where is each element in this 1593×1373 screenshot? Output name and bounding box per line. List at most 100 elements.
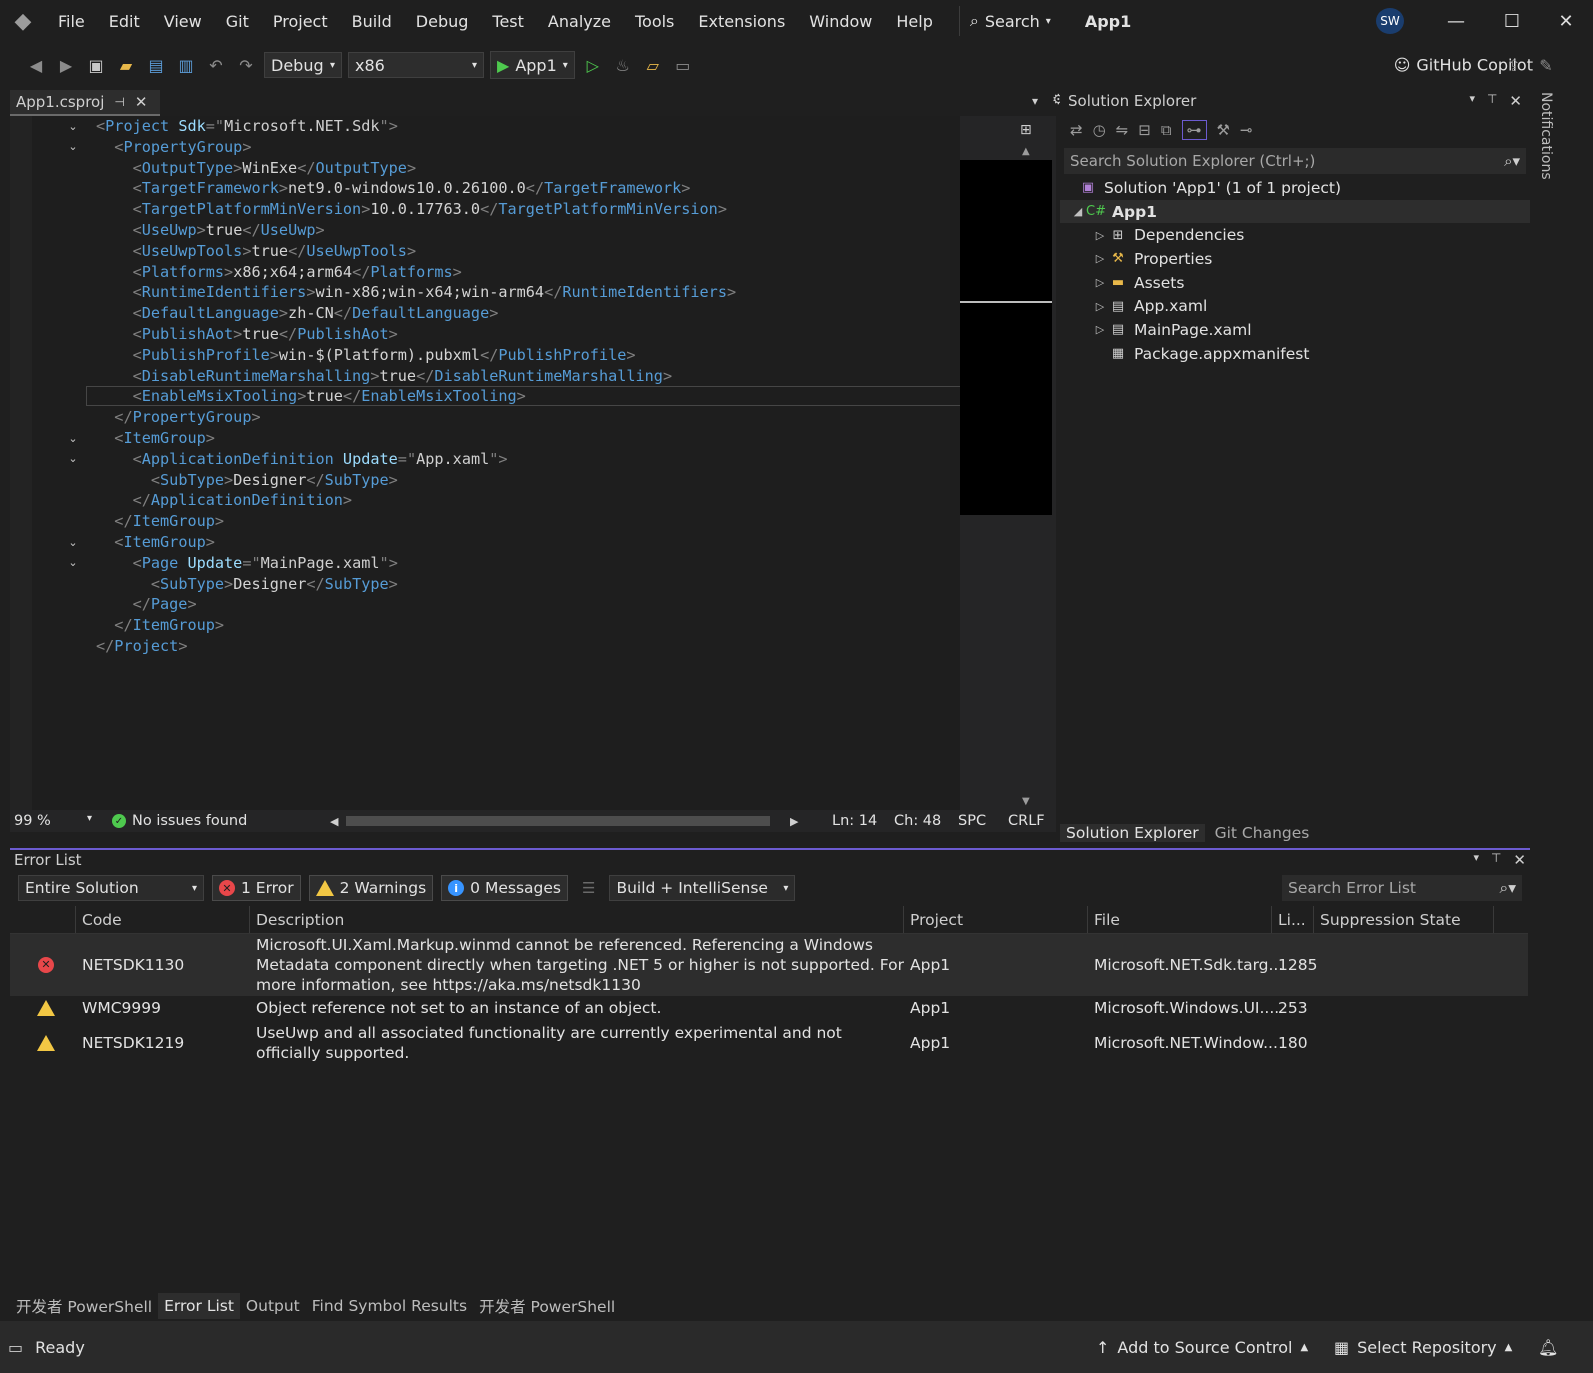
code-line[interactable]: <PropertyGroup>	[96, 137, 736, 158]
code-line[interactable]: <TargetFramework>net9.0-windows10.0.2610…	[96, 178, 736, 199]
menu-extensions[interactable]: Extensions	[686, 0, 797, 42]
bottom-tab[interactable]: 开发者 PowerShell	[473, 1293, 621, 1319]
tree-item[interactable]: ▷ ▤ MainPage.xaml	[1060, 318, 1530, 342]
back-icon[interactable]: ◀	[24, 53, 48, 77]
scroll-right-icon[interactable]: ▶	[790, 815, 798, 828]
collapsed-arrow-icon[interactable]: ▷	[1092, 300, 1108, 313]
menu-edit[interactable]: Edit	[97, 0, 152, 42]
pin-icon[interactable]: ⊤	[1491, 851, 1501, 869]
forward-icon[interactable]: ▶	[54, 53, 78, 77]
code-line[interactable]: </Project>	[96, 636, 736, 657]
line-number[interactable]: Ln: 14	[832, 813, 877, 829]
scroll-left-icon[interactable]: ◀	[330, 815, 338, 828]
code-line[interactable]: <UseUwpTools>true</UseUwpTools>	[96, 241, 736, 262]
column-code[interactable]: Code	[76, 906, 250, 933]
menu-tools[interactable]: Tools	[623, 0, 686, 42]
code-line[interactable]: <DefaultLanguage>zh-CN</DefaultLanguage>	[96, 303, 736, 324]
code-line[interactable]: </Page>	[96, 594, 736, 615]
tree-item[interactable]: ▷ ▤ App.xaml	[1060, 294, 1530, 318]
close-icon[interactable]: ✕	[1509, 92, 1522, 110]
menu-view[interactable]: View	[152, 0, 214, 42]
layout-icon[interactable]: ▭	[671, 53, 695, 77]
bottom-tab[interactable]: Error List	[158, 1293, 240, 1319]
tab-overflow-icon[interactable]: ▾	[1032, 94, 1038, 108]
column-severity[interactable]	[10, 906, 76, 933]
code-line[interactable]: <Platforms>x86;x64;arm64</Platforms>	[96, 262, 736, 283]
code-line[interactable]: <UseUwp>true</UseUwp>	[96, 220, 736, 241]
sync-icon[interactable]: ⇋	[1116, 121, 1129, 139]
line-ending[interactable]: CRLF	[1008, 813, 1045, 829]
zoom-select[interactable]: 99 % ▾	[10, 813, 98, 829]
column-suppression[interactable]: Suppression State	[1314, 906, 1494, 933]
code-line[interactable]: <SubType>Designer</SubType>	[96, 574, 736, 595]
close-icon[interactable]: ✕	[1513, 851, 1526, 869]
chevron-down-icon[interactable]: ▾	[1473, 851, 1479, 869]
tab-solution-explorer[interactable]: Solution Explorer	[1060, 824, 1205, 842]
code-line[interactable]: </ItemGroup>	[96, 615, 736, 636]
code-line[interactable]: <ItemGroup>	[96, 428, 736, 449]
split-editor-icon[interactable]: ⊞	[1020, 122, 1032, 138]
solution-folder-icon[interactable]: ▱	[641, 53, 665, 77]
column-project[interactable]: Project	[904, 906, 1088, 933]
code-line[interactable]: <Project Sdk="Microsoft.NET.Sdk">	[96, 116, 736, 137]
whitespace-mode[interactable]: SPC	[958, 813, 986, 829]
tree-item[interactable]: ▷ ▬ Assets	[1060, 271, 1530, 295]
collapsed-arrow-icon[interactable]: ▷	[1092, 229, 1108, 242]
minimize-button[interactable]: —	[1428, 0, 1484, 42]
menu-git[interactable]: Git	[214, 0, 261, 42]
scope-select[interactable]: Entire Solution ▾	[18, 875, 204, 901]
collapsed-arrow-icon[interactable]: ▷	[1092, 323, 1108, 336]
pending-changes-icon[interactable]: ◷	[1093, 121, 1106, 139]
chevron-down-icon[interactable]: ▾	[1469, 92, 1475, 110]
filter-icon[interactable]: ⊶	[1181, 120, 1207, 140]
pin-icon[interactable]: ⊣	[114, 95, 124, 109]
code-line[interactable]: <ApplicationDefinition Update="App.xaml"…	[96, 449, 736, 470]
bottom-tab[interactable]: Output	[240, 1293, 306, 1319]
health-indicator[interactable]: ✓ No issues found	[112, 813, 247, 829]
code-line[interactable]: <PublishAot>true</PublishAot>	[96, 324, 736, 345]
fold-toggle-icon[interactable]: ⌄	[66, 140, 80, 154]
minimap-splitter[interactable]	[960, 301, 1052, 303]
column-file[interactable]: File	[1088, 906, 1272, 933]
show-all-files-icon[interactable]: ⧉	[1161, 121, 1172, 139]
expanded-arrow-icon[interactable]: ◢	[1070, 205, 1086, 218]
menu-project[interactable]: Project	[261, 0, 340, 42]
code-line[interactable]: <OutputType>WinExe</OutputType>	[96, 158, 736, 179]
code-line[interactable]: <Page Update="MainPage.xaml">	[96, 553, 736, 574]
scroll-down-icon[interactable]: ▼	[1022, 796, 1030, 807]
close-tab-icon[interactable]: ✕	[135, 93, 148, 111]
error-search-input[interactable]: Search Error List ⌕▾	[1282, 875, 1522, 901]
collapsed-arrow-icon[interactable]: ▷	[1092, 276, 1108, 289]
column-number[interactable]: Ch: 48	[894, 813, 941, 829]
error-row[interactable]: WMC9999 Object reference not set to an i…	[10, 996, 1528, 1020]
switch-views-icon[interactable]: ⇄	[1070, 121, 1083, 139]
close-button[interactable]: ✕	[1538, 0, 1593, 42]
pin-icon[interactable]: ⊤	[1487, 92, 1497, 110]
share-icon[interactable]: ⇪	[1502, 53, 1526, 77]
tree-project[interactable]: ◢ C# App1	[1060, 199, 1530, 224]
code-line[interactable]: <EnableMsixTooling>true</EnableMsixTooli…	[96, 386, 736, 407]
fold-toggle-icon[interactable]: ⌄	[66, 431, 80, 445]
avatar[interactable]: SW	[1376, 8, 1404, 34]
error-row[interactable]: ✕ NETSDK1130 Microsoft.UI.Xaml.Markup.wi…	[10, 934, 1528, 996]
collapse-all-icon[interactable]: ⊟	[1138, 121, 1151, 139]
menu-build[interactable]: Build	[340, 0, 404, 42]
menu-analyze[interactable]: Analyze	[536, 0, 623, 42]
column-line[interactable]: Li...	[1272, 906, 1314, 933]
platform-select[interactable]: x86 ▾	[348, 52, 484, 78]
configuration-select[interactable]: Debug ▾	[264, 52, 342, 78]
new-project-icon[interactable]: ▣	[84, 53, 108, 77]
code-line[interactable]: <TargetPlatformMinVersion>10.0.17763.0</…	[96, 199, 736, 220]
code-line[interactable]: <ItemGroup>	[96, 532, 736, 553]
save-all-icon[interactable]: ▥	[174, 53, 198, 77]
code-text[interactable]: <Project Sdk="Microsoft.NET.Sdk"> <Prope…	[96, 116, 736, 657]
code-line[interactable]: </ItemGroup>	[96, 511, 736, 532]
search-box[interactable]: ⌕ Search ▾	[958, 6, 1061, 36]
tree-item[interactable]: ▦ Package.appxmanifest	[1060, 342, 1530, 366]
start-debugging-button[interactable]: ▶ App1 ▾	[490, 51, 575, 79]
tab-git-changes[interactable]: Git Changes	[1209, 824, 1316, 842]
redo-icon[interactable]: ↷	[234, 53, 258, 77]
horizontal-scrollbar[interactable]	[346, 816, 770, 826]
bell-icon[interactable]: 🔔︎	[1538, 1338, 1558, 1357]
menu-debug[interactable]: Debug	[404, 0, 481, 42]
